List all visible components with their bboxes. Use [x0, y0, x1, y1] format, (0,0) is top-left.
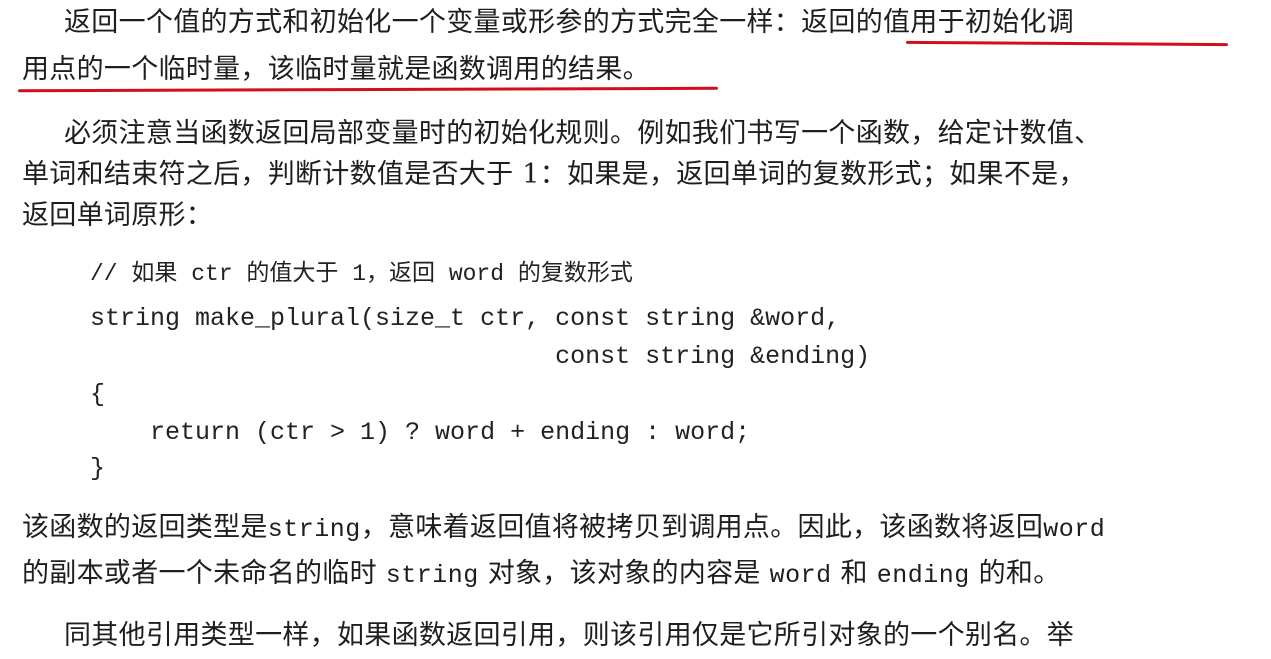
para1-line2: 用点的一个临时量，该临时量就是函数调用的结果。 — [22, 54, 650, 85]
para3-l2-text-a: 的副本或者一个未命名的临时 — [22, 558, 377, 589]
para4-line1: 同其他引用类型一样，如果函数返回引用，则该引用仅是它所引对象的一个别名。举 — [64, 620, 1075, 651]
para2-line3: 返回单词原形： — [22, 200, 214, 231]
para3-l2-text-c: 和 — [840, 558, 868, 589]
para3-line2: 的副本或者一个未命名的临时 string 对象，该对象的内容是 word 和 e… — [22, 557, 1061, 593]
para1-line1: 返回一个值的方式和初始化一个变量或形参的方式完全一样：返回的值用于初始化调 — [64, 6, 1074, 40]
code-line-1: string make_plural(size_t ctr, const str… — [90, 304, 841, 333]
para3-l2-code-string: string — [385, 561, 479, 590]
highlight-underline-2 — [17, 86, 719, 93]
code-comment: // 如果 ctr 的值大于 1，返回 word 的复数形式 — [90, 261, 633, 287]
code-line-2: const string &ending) — [90, 342, 871, 371]
para3-l2-text-b: 对象，该对象的内容是 — [487, 558, 761, 589]
para3-l2-text-d: 的和。 — [978, 558, 1061, 589]
para2-line2: 单词和结束符之后，判断计数值是否大于 1：如果是，返回单词的复数形式；如果不是， — [22, 159, 1086, 190]
para3-l1-text-b: ，意味着返回值将被拷贝到调用点。因此，该函数将返回 — [360, 512, 1044, 543]
para3-l1-code-word: word — [1043, 515, 1106, 544]
para3-l2-code-word: word — [769, 561, 832, 590]
para1-highlight-text: 返回的值用于初始化调 — [801, 7, 1075, 38]
para3-l2-code-ending: ending — [876, 561, 970, 590]
para2-line1: 必须注意当函数返回局部变量时的初始化规则。例如我们书写一个函数，给定计数值、 — [64, 118, 1102, 149]
para1-line1-text: 返回一个值的方式和初始化一个变量或形参的方式完全一样： — [64, 7, 802, 38]
para3-l1-code-string: string — [267, 515, 361, 544]
code-line-5: } — [90, 454, 106, 483]
para3-line1: 该函数的返回类型是string，意味着返回值将被拷贝到调用点。因此，该函数将返回… — [22, 511, 1105, 547]
highlight-underline-1 — [905, 40, 1229, 47]
code-line-4: return (ctr > 1) ? word + ending : word; — [90, 418, 751, 447]
code-line-3: { — [90, 380, 106, 409]
para3-l1-text-a: 该函数的返回类型是 — [22, 512, 268, 543]
